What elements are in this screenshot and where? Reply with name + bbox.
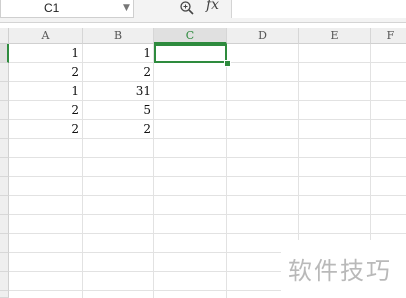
column-header-c[interactable]: C	[154, 28, 227, 44]
formula-bar: C1 ▼ fx	[0, 0, 406, 23]
gridline	[9, 138, 406, 139]
row-header-12[interactable]	[0, 253, 9, 272]
row-header-11[interactable]	[0, 234, 9, 253]
cell-b4[interactable]: 5	[83, 101, 151, 119]
row-header-9[interactable]	[0, 196, 9, 215]
active-cell-c1[interactable]	[154, 44, 227, 63]
watermark-text: 软件技巧	[288, 257, 392, 285]
name-box-value: C1	[44, 1, 60, 15]
cell-a1[interactable]: 1	[9, 44, 79, 62]
column-header-e[interactable]: E	[299, 28, 371, 44]
formula-input[interactable]	[231, 0, 406, 18]
column-header-a[interactable]: A	[9, 28, 83, 44]
gridline	[153, 44, 154, 298]
row-header-6[interactable]	[0, 139, 9, 158]
row-header-8[interactable]	[0, 177, 9, 196]
row-header-3[interactable]	[0, 82, 9, 101]
gridline	[9, 157, 406, 158]
cell-a2[interactable]: 2	[9, 63, 79, 81]
fill-handle[interactable]	[224, 60, 231, 67]
gridline	[9, 176, 406, 177]
column-header-f[interactable]: F	[371, 28, 406, 44]
cell-a4[interactable]: 2	[9, 101, 79, 119]
select-all-corner[interactable]	[0, 28, 9, 44]
row-header-10[interactable]	[0, 215, 9, 234]
row-header-4[interactable]	[0, 101, 9, 120]
name-box[interactable]: C1 ▼	[0, 0, 134, 18]
gridline	[9, 214, 406, 215]
row-header-13[interactable]	[0, 272, 9, 291]
gridline	[226, 44, 227, 298]
column-header-b[interactable]: B	[83, 28, 154, 44]
cell-b3[interactable]: 31	[83, 82, 151, 100]
row-header-1[interactable]	[0, 44, 9, 63]
row-header-7[interactable]	[0, 158, 9, 177]
gridline	[9, 233, 406, 234]
cell-b5[interactable]: 2	[83, 120, 151, 138]
chevron-down-icon[interactable]: ▼	[123, 3, 130, 13]
cell-a5[interactable]: 2	[9, 120, 79, 138]
cell-b1[interactable]: 1	[83, 44, 151, 62]
row-header-14[interactable]	[0, 291, 9, 298]
function-fx-icon[interactable]: fx	[206, 0, 219, 13]
row-header-5[interactable]	[0, 120, 9, 139]
magnifier-zoom-icon[interactable]	[179, 0, 195, 16]
gridline	[9, 195, 406, 196]
cell-a3[interactable]: 1	[9, 82, 79, 100]
column-header-d[interactable]: D	[227, 28, 299, 44]
row-header-2[interactable]	[0, 63, 9, 82]
cell-b2[interactable]: 2	[83, 63, 151, 81]
